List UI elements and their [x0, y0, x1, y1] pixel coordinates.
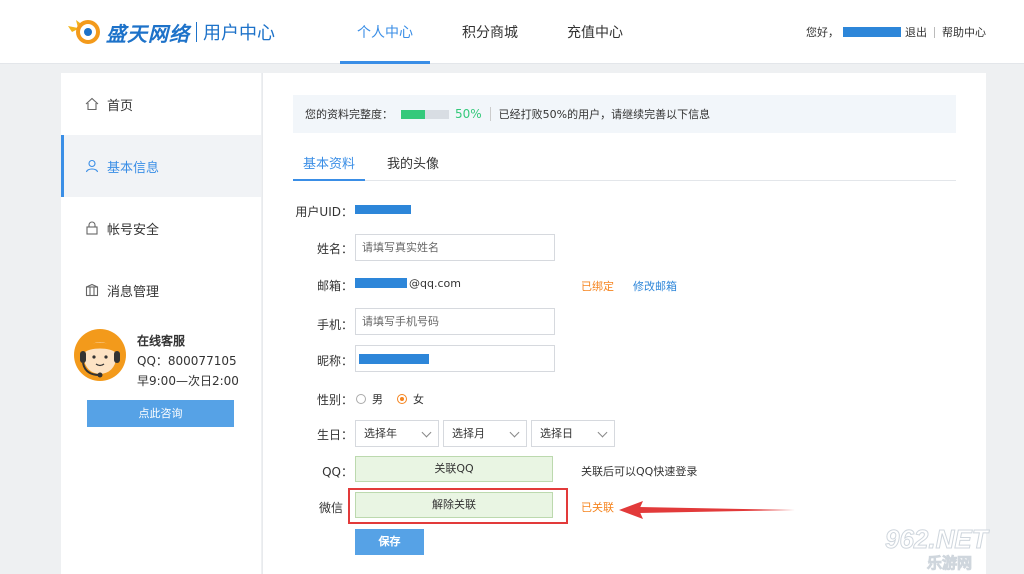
- completeness-progress-bar: [401, 109, 449, 119]
- gender-female-option[interactable]: 女: [397, 391, 424, 407]
- chevron-down-icon: [421, 427, 432, 438]
- profile-completeness: 您的资料完整度： 50% 已经打败50%的用户，请继续完善以下信息: [293, 95, 956, 133]
- day-select[interactable]: 选择日: [531, 420, 615, 447]
- svg-text:962.NET: 962.NET: [885, 524, 990, 554]
- nickname-label: 昵称：: [316, 354, 353, 368]
- profile-tabs: 基本资料 我的头像: [293, 153, 956, 181]
- customer-service-avatar-icon: [74, 329, 126, 381]
- sidebar: 首页 基本信息 帐号安全 消息管理 在线客服 QQ：800077105 早9:0…: [61, 73, 261, 574]
- completeness-divider: [489, 107, 491, 121]
- svg-text:乐游网: 乐游网: [927, 554, 972, 572]
- logo-icon: [64, 20, 100, 44]
- name-input[interactable]: 请填写真实姓名: [355, 234, 555, 261]
- service-hours: 早9:00—次日2:00: [137, 374, 239, 388]
- modify-email-link[interactable]: 修改邮箱: [633, 278, 677, 294]
- wechat-linked-status: 已关联: [581, 501, 614, 514]
- phone-input[interactable]: 请填写手机号码: [355, 308, 555, 335]
- service-info: 在线客服 QQ：800077105 早9:00—次日2:00: [137, 331, 239, 391]
- message-icon: [85, 283, 99, 297]
- greeting-text: 您好，: [806, 26, 839, 39]
- username-redacted[interactable]: [843, 27, 901, 37]
- sidebar-item-label: 帐号安全: [107, 222, 160, 238]
- top-header: 盛天网络 用户中心 个人中心 积分商城 充值中心 您好， 退出 帮助中心: [0, 0, 1024, 64]
- birthday-label: 生日：: [316, 428, 353, 442]
- email-label: 邮箱：: [316, 279, 353, 293]
- link-qq-button[interactable]: 关联QQ: [355, 456, 553, 482]
- tab-my-avatar[interactable]: 我的头像: [377, 153, 449, 181]
- sidebar-item-label: 消息管理: [107, 284, 160, 300]
- sidebar-item-account-security[interactable]: 帐号安全: [61, 197, 261, 259]
- qq-label: QQ：: [322, 465, 353, 479]
- nav-personal-center[interactable]: 个人中心: [340, 0, 430, 64]
- watermark-logo: 962.NET 乐游网: [883, 522, 1018, 573]
- sidebar-item-label: 基本信息: [107, 160, 160, 176]
- lock-icon: [85, 221, 99, 235]
- sidebar-item-label: 首页: [107, 98, 134, 114]
- uid-label: 用户UID：: [295, 205, 353, 219]
- sidebar-item-basic-info[interactable]: 基本信息: [61, 135, 261, 197]
- completeness-progress-fill: [401, 109, 425, 119]
- gender-male-label: 男: [372, 393, 383, 406]
- email-suffix: @qq.com: [409, 277, 461, 290]
- month-select[interactable]: 选择月: [443, 420, 527, 447]
- consult-button[interactable]: 点此咨询: [87, 400, 234, 427]
- uid-value-redacted: [355, 205, 411, 214]
- gender-female-label: 女: [413, 393, 424, 406]
- qq-note: 关联后可以QQ快速登录: [581, 465, 698, 478]
- logo-subtitle: 用户中心: [203, 23, 275, 44]
- nickname-value-redacted: [359, 354, 429, 364]
- service-qq: QQ：800077105: [137, 354, 237, 368]
- day-select-value: 选择日: [540, 427, 573, 440]
- wechat-label: 微信: [318, 501, 343, 515]
- brand-name: 盛天网络: [106, 21, 190, 46]
- save-button[interactable]: 保存: [355, 529, 424, 555]
- logo[interactable]: 盛天网络 用户中心: [62, 14, 275, 50]
- phone-label: 手机：: [316, 318, 353, 332]
- userbar-divider: [934, 26, 935, 38]
- sidebar-item-message-management[interactable]: 消息管理: [61, 259, 261, 321]
- home-icon: [85, 97, 99, 111]
- help-center-link[interactable]: 帮助中心: [942, 24, 986, 40]
- tab-basic-info[interactable]: 基本资料: [293, 153, 366, 181]
- email-bound-status: 已绑定: [581, 280, 614, 293]
- online-service: 在线客服 QQ：800077105 早9:00—次日2:00: [71, 327, 251, 397]
- year-select-value: 选择年: [364, 427, 397, 440]
- completeness-percent: 50%: [455, 107, 482, 121]
- email-value-redacted: [355, 278, 407, 288]
- nav-points-mall[interactable]: 积分商城: [440, 0, 540, 64]
- year-select[interactable]: 选择年: [355, 420, 439, 447]
- completeness-note: 已经打败50%的用户，请继续完善以下信息: [498, 108, 711, 121]
- user-bar: 您好， 退出 帮助中心: [806, 24, 986, 40]
- gender-male-option[interactable]: 男: [356, 391, 383, 407]
- gender-label: 性别：: [316, 393, 353, 407]
- main-nav: 个人中心 积分商城 充值中心: [340, 0, 650, 64]
- month-select-value: 选择月: [452, 427, 485, 440]
- logout-link[interactable]: 退出: [905, 24, 927, 40]
- main-panel: 您的资料完整度： 50% 已经打败50%的用户，请继续完善以下信息 基本资料 我…: [262, 73, 986, 574]
- arrow-left-icon: [619, 501, 795, 519]
- completeness-label: 您的资料完整度：: [305, 108, 393, 121]
- unlink-wechat-button[interactable]: 解除关联: [355, 492, 553, 518]
- nav-recharge-center[interactable]: 充值中心: [540, 0, 650, 64]
- user-icon: [85, 159, 99, 173]
- chevron-down-icon: [597, 427, 608, 438]
- service-title: 在线客服: [137, 334, 186, 348]
- watermark-icon: 962.NET 乐游网: [885, 524, 991, 573]
- radio-male[interactable]: [356, 394, 366, 404]
- logo-divider: [196, 22, 197, 42]
- chevron-down-icon: [509, 427, 520, 438]
- name-label: 姓名：: [316, 242, 353, 256]
- sidebar-item-home[interactable]: 首页: [61, 73, 261, 135]
- radio-female[interactable]: [397, 394, 407, 404]
